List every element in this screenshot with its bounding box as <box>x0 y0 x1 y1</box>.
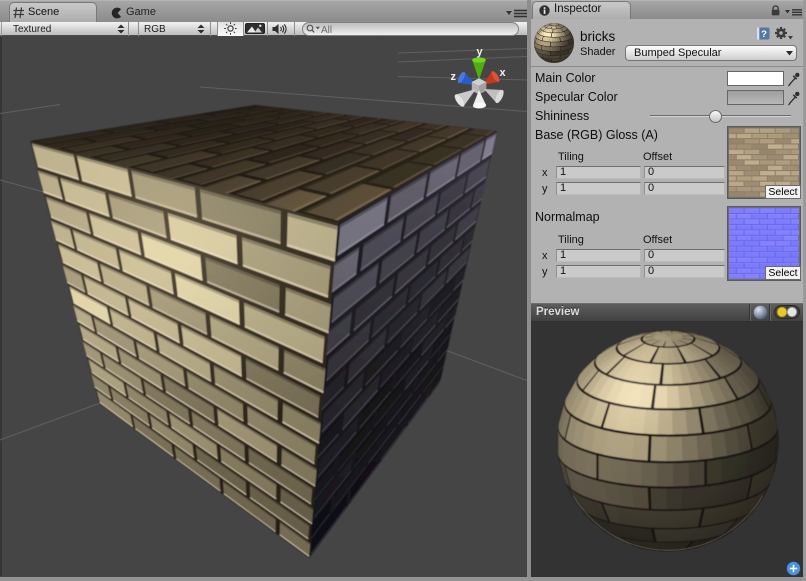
svg-text:x: x <box>500 67 507 79</box>
svg-text:?: ? <box>761 29 767 40</box>
svg-text:y: y <box>477 46 484 58</box>
svg-text:z: z <box>451 71 457 83</box>
